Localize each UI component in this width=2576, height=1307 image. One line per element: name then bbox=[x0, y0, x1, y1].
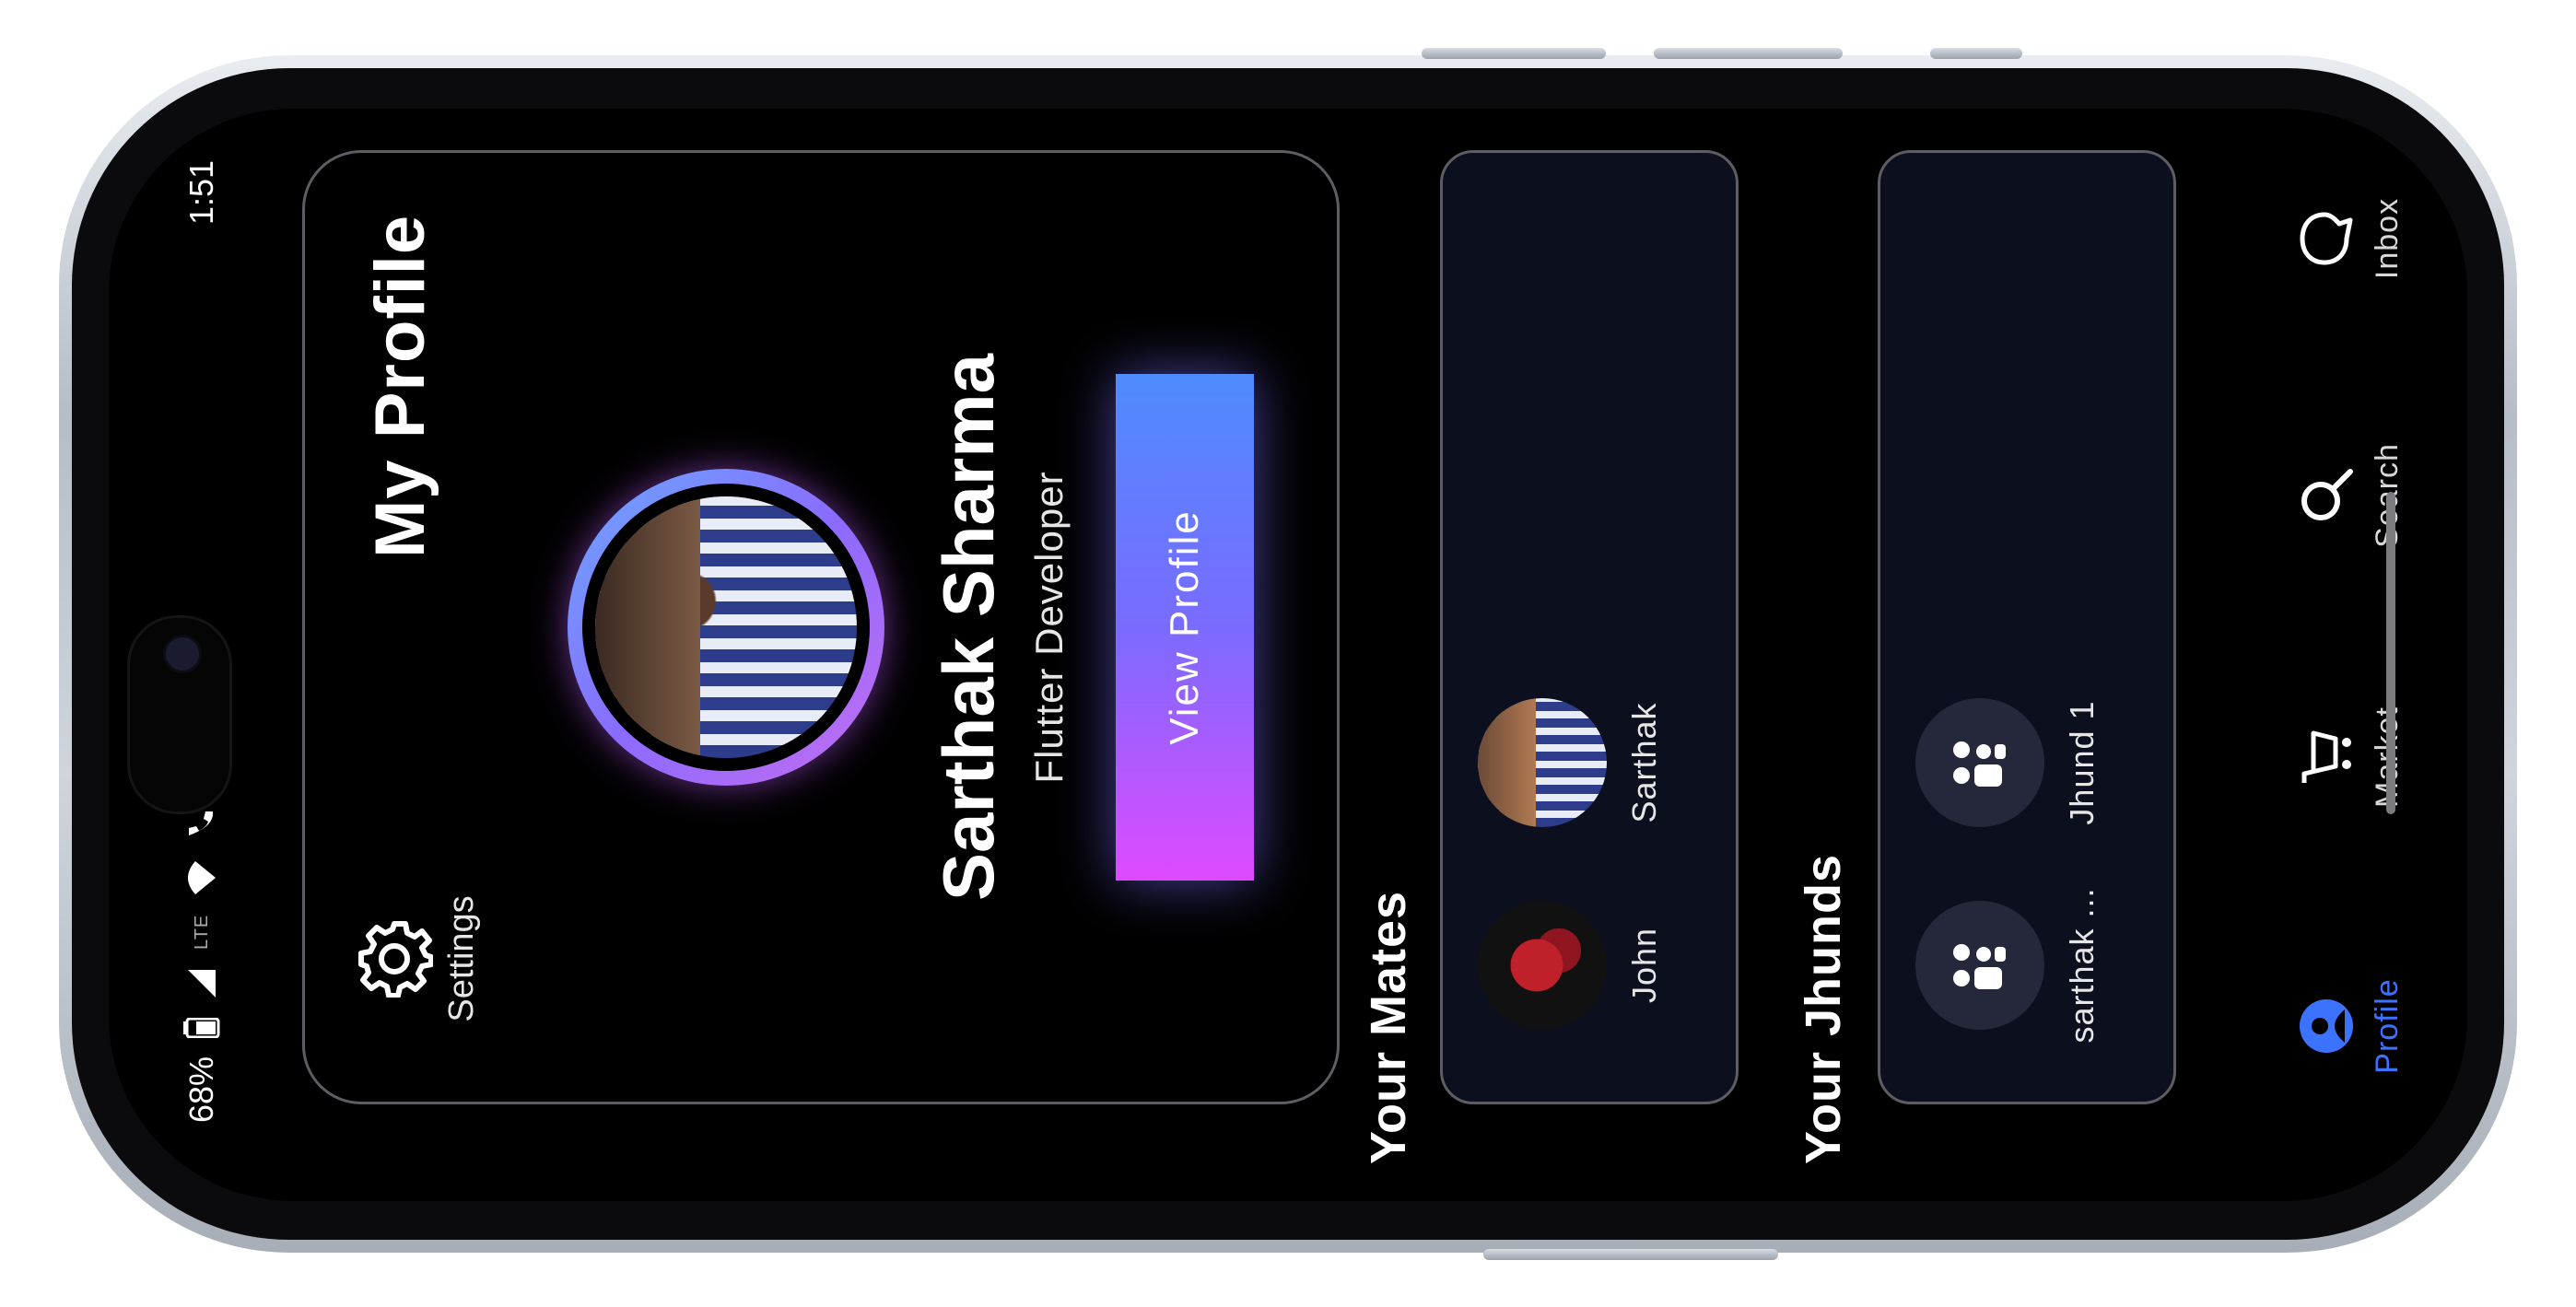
profile-photo bbox=[595, 496, 857, 758]
mates-section-title: Your Mates bbox=[1361, 890, 1416, 1164]
battery-icon bbox=[183, 1017, 220, 1038]
phone-side-button bbox=[1654, 48, 1843, 59]
phone-screen: 68% LTE 1:51 Settings My Profile Sarthak… bbox=[109, 109, 2467, 1201]
nav-label: Inbox bbox=[2370, 197, 2405, 280]
cell-signal-icon bbox=[188, 969, 216, 998]
mate-avatar bbox=[1478, 698, 1607, 827]
phone-side-button bbox=[1483, 1249, 1778, 1260]
wifi-icon bbox=[188, 860, 216, 894]
settings-button[interactable]: Settings bbox=[356, 881, 482, 1037]
battery-percent: 68% bbox=[182, 1056, 220, 1123]
profile-role: Flutter Developer bbox=[1027, 471, 1071, 784]
network-type: LTE bbox=[191, 914, 212, 950]
jhund-name: Jhund 1 bbox=[2063, 700, 2101, 825]
mate-avatar bbox=[1478, 901, 1607, 1030]
profile-name: Sarthak Sharma bbox=[928, 354, 1009, 901]
status-time: 1:51 bbox=[182, 159, 220, 225]
cart-icon bbox=[2301, 730, 2351, 783]
group-icon bbox=[1953, 944, 2006, 989]
nav-label: Profile bbox=[2370, 978, 2405, 1074]
mate-item[interactable]: Sarthak bbox=[1478, 661, 1664, 864]
page-title: My Profile bbox=[361, 214, 439, 558]
phone-side-button bbox=[1422, 48, 1606, 59]
mate-name: John bbox=[1625, 927, 1663, 1004]
chat-bubble-icon bbox=[2300, 212, 2353, 265]
group-icon bbox=[1953, 741, 2006, 787]
phone-side-button bbox=[1930, 48, 2022, 59]
front-camera bbox=[163, 635, 202, 673]
jhund-name: sarthak ... bbox=[2063, 887, 2101, 1044]
jhund-item[interactable]: sarthak ... bbox=[1915, 864, 2102, 1067]
status-bar: 68% LTE 1:51 bbox=[109, 109, 232, 1201]
bottom-navigation: Profile Market Search bbox=[2255, 109, 2467, 1201]
jhunds-section-title: Your Jhunds bbox=[1796, 853, 1851, 1164]
nav-item-profile[interactable]: Profile bbox=[2297, 934, 2406, 1118]
search-icon bbox=[2301, 469, 2353, 520]
jhund-avatar bbox=[1915, 901, 2044, 1030]
jhund-avatar bbox=[1915, 698, 2044, 827]
settings-label: Settings bbox=[442, 895, 481, 1022]
camera-notch bbox=[127, 615, 232, 814]
gear-icon bbox=[358, 921, 433, 998]
mate-name: Sarthak bbox=[1625, 702, 1663, 823]
view-profile-button[interactable]: View Profile bbox=[1116, 374, 1254, 881]
jhund-item[interactable]: Jhund 1 bbox=[1915, 661, 2102, 864]
mate-item[interactable]: John bbox=[1478, 864, 1664, 1067]
jhunds-list: sarthak ... Jhund 1 bbox=[1878, 150, 2176, 1104]
mates-list: John Sarthak bbox=[1440, 150, 1739, 1104]
status-indicators: 68% LTE bbox=[182, 808, 221, 1123]
nav-item-inbox[interactable]: Inbox bbox=[2297, 146, 2406, 331]
home-indicator[interactable] bbox=[2386, 492, 2395, 814]
profile-icon bbox=[2300, 999, 2353, 1053]
avatar-border bbox=[582, 484, 870, 771]
app-canvas: 68% LTE 1:51 Settings My Profile Sarthak… bbox=[109, 109, 2467, 1201]
profile-card: Settings My Profile Sarthak Sharma Flutt… bbox=[302, 150, 1340, 1104]
profile-avatar[interactable] bbox=[568, 469, 884, 786]
